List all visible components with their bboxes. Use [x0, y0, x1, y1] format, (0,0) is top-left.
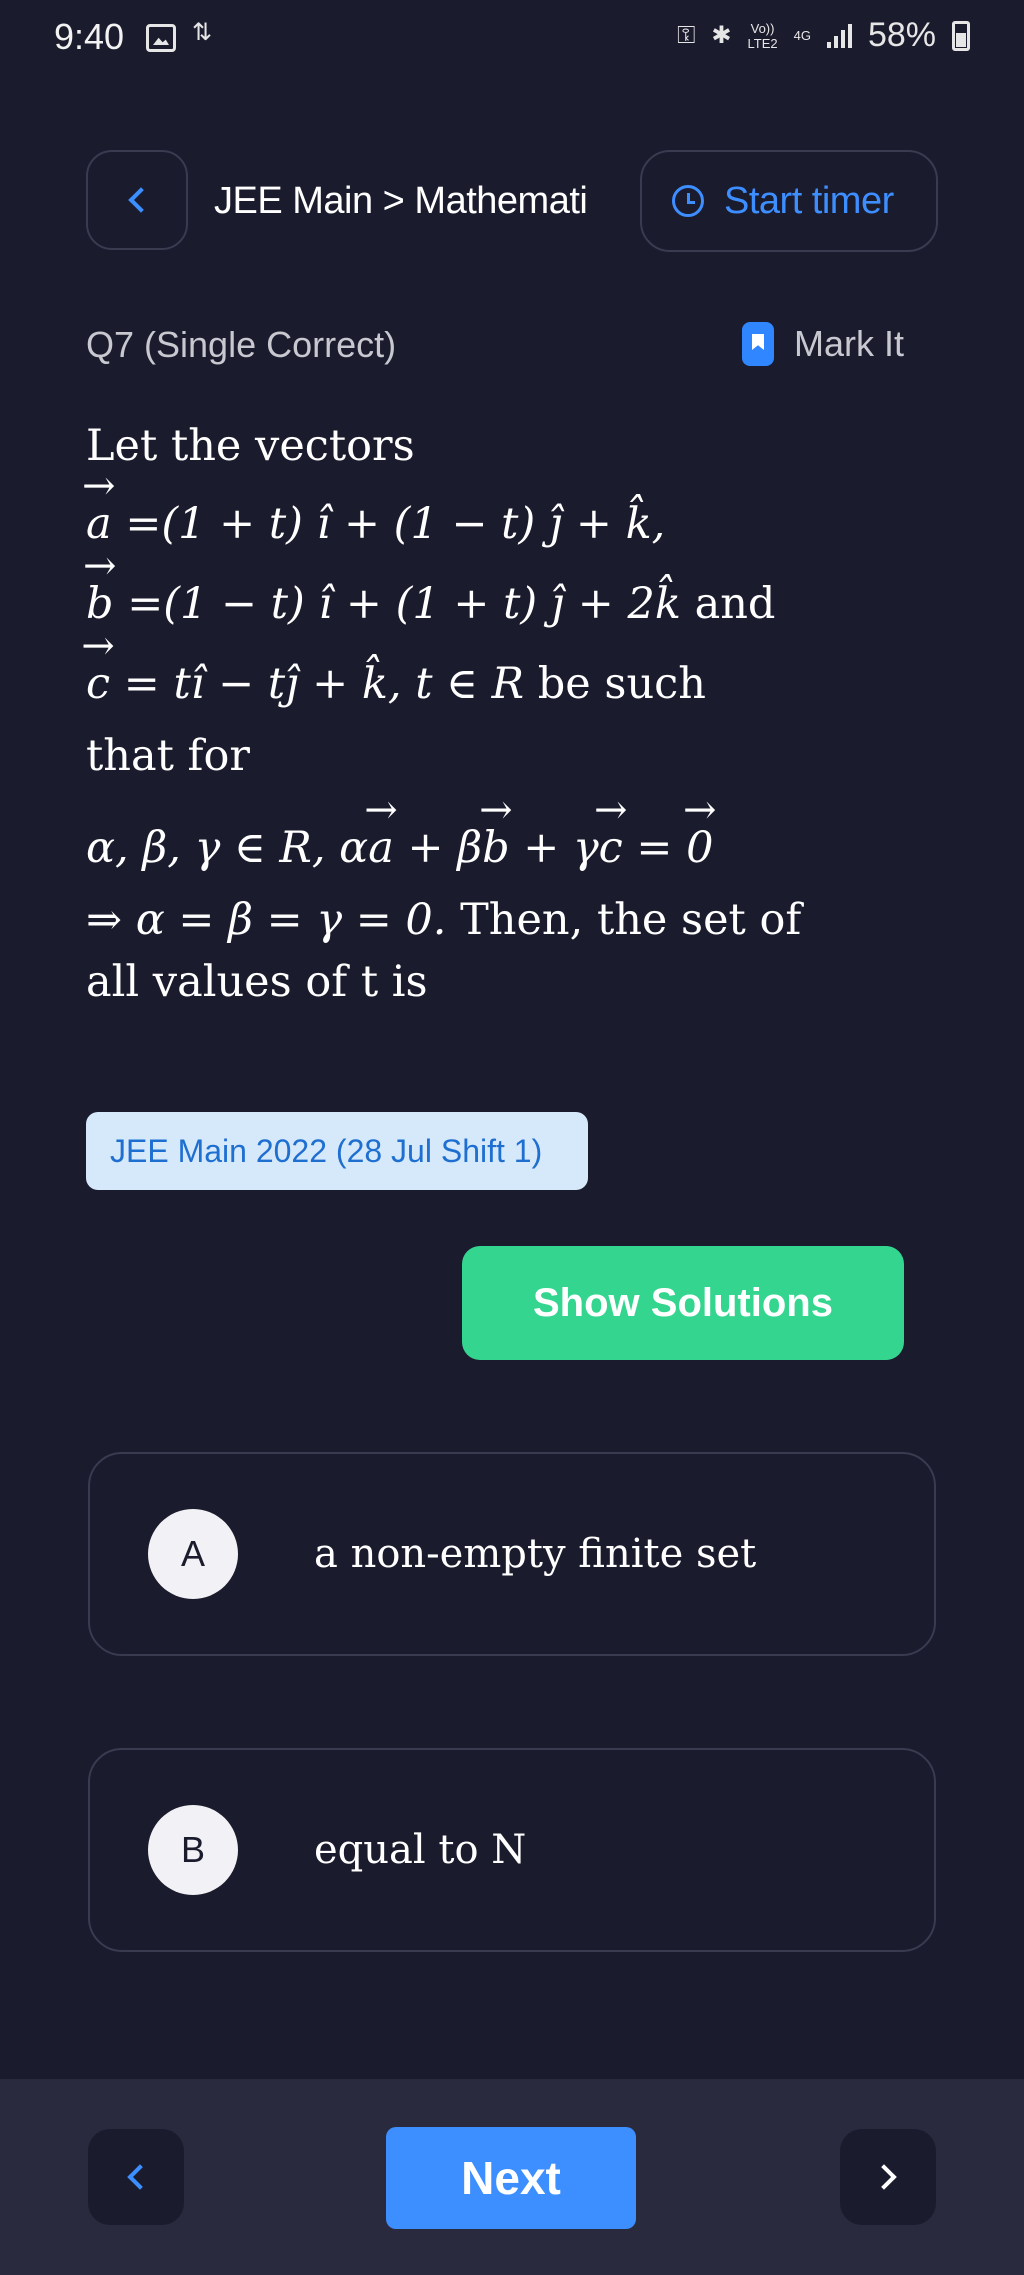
option-b[interactable]: B equal to N [88, 1748, 936, 1952]
status-indicators: ⚿ ✱ Vo)) LTE2 4G 58% [677, 16, 970, 55]
show-solutions-button[interactable]: Show Solutions [462, 1246, 904, 1360]
question-line: b =(1 − t) î + (1 + t) ĵ + 2k̂ and [86, 568, 966, 640]
vector-a: a [368, 812, 394, 884]
lte-label: LTE2 [747, 35, 778, 51]
vector-c-definition: = tî − tĵ + k̂, t ∈ R [123, 659, 525, 709]
question-final: all values of t is [86, 957, 428, 1007]
condition-gamma: + γ [509, 823, 599, 873]
zero-vector: 0 [686, 812, 713, 884]
vector-a-definition: =(1 + t) î + (1 − t) ĵ + k̂, [125, 499, 666, 549]
vector-c: c [86, 648, 110, 720]
question-line: Let the vectors [86, 410, 966, 482]
gallery-notification-icon [146, 24, 176, 52]
chevron-right-icon [871, 2164, 897, 2190]
vector-b-definition: =(1 − t) î + (1 + t) ĵ + 2k̂ [127, 579, 681, 629]
vpn-key-icon: ⚿ [677, 21, 696, 49]
vector-c: c [599, 812, 623, 884]
option-text: equal to N [314, 1827, 527, 1873]
next-button[interactable]: Next [386, 2127, 636, 2229]
implication: ⇒ α = β = γ = 0. [86, 895, 447, 945]
condition-prefix: α, β, γ ∈ R, α [86, 823, 369, 873]
question-line: that for [86, 720, 966, 792]
question-line: all values of t is [86, 946, 966, 1018]
question-text: Let the vectors a =(1 + t) î + (1 − t) ĵ… [86, 410, 966, 1018]
chevron-left-icon [128, 187, 154, 213]
data-sync-icon: ⇅ [192, 19, 213, 46]
option-letter-badge: A [148, 1509, 238, 1599]
condition-equals: = [622, 823, 687, 873]
battery-icon [952, 20, 970, 51]
that-for-text: that for [86, 731, 250, 781]
volte-label: Vo)) [750, 20, 775, 36]
vector-b: b [482, 812, 510, 884]
condition-beta: + β [393, 823, 483, 873]
next-question-arrow-button[interactable] [840, 2129, 936, 2225]
volte-indicator: Vo)) LTE2 [747, 21, 777, 51]
option-a[interactable]: A a non-empty finite set [88, 1452, 936, 1656]
question-line: a =(1 + t) î + (1 − t) ĵ + k̂, [86, 488, 966, 560]
bluetooth-icon: ✱ [711, 21, 732, 49]
option-text: a non-empty finite set [314, 1531, 757, 1577]
status-time: 9:40 [54, 16, 125, 57]
status-bar: 9:40 ⇅ ⚿ ✱ Vo)) LTE2 4G 58% [0, 0, 1024, 80]
breadcrumb: JEE Main > Mathemati [214, 180, 588, 222]
option-letter-badge: B [148, 1805, 238, 1895]
then-text: Then, the set of [446, 895, 802, 945]
previous-question-button[interactable] [88, 2129, 184, 2225]
question-label: Q7 (Single Correct) [86, 324, 397, 365]
signal-strength-icon [826, 23, 852, 48]
start-timer-label: Start timer [724, 179, 894, 222]
question-line: c = tî − tĵ + k̂, t ∈ R be such [86, 648, 966, 720]
chevron-left-icon [127, 2164, 153, 2190]
source-tag: JEE Main 2022 (28 Jul Shift 1) [86, 1112, 588, 1190]
question-line: α, β, γ ∈ R, αa + βb + γc = 0 [86, 812, 966, 884]
network-type-label: 4G [793, 28, 811, 43]
and-word: and [694, 579, 776, 629]
battery-percent: 58% [867, 16, 936, 54]
start-timer-button[interactable]: Start timer [640, 150, 938, 252]
clock-icon [672, 185, 704, 217]
mark-it-button[interactable]: Mark It [742, 322, 904, 366]
question-intro: Let the vectors [86, 421, 415, 471]
be-such-text: be such [537, 659, 706, 709]
bookmark-icon [742, 322, 774, 366]
mark-it-label: Mark It [794, 323, 905, 364]
back-button[interactable] [86, 150, 188, 250]
